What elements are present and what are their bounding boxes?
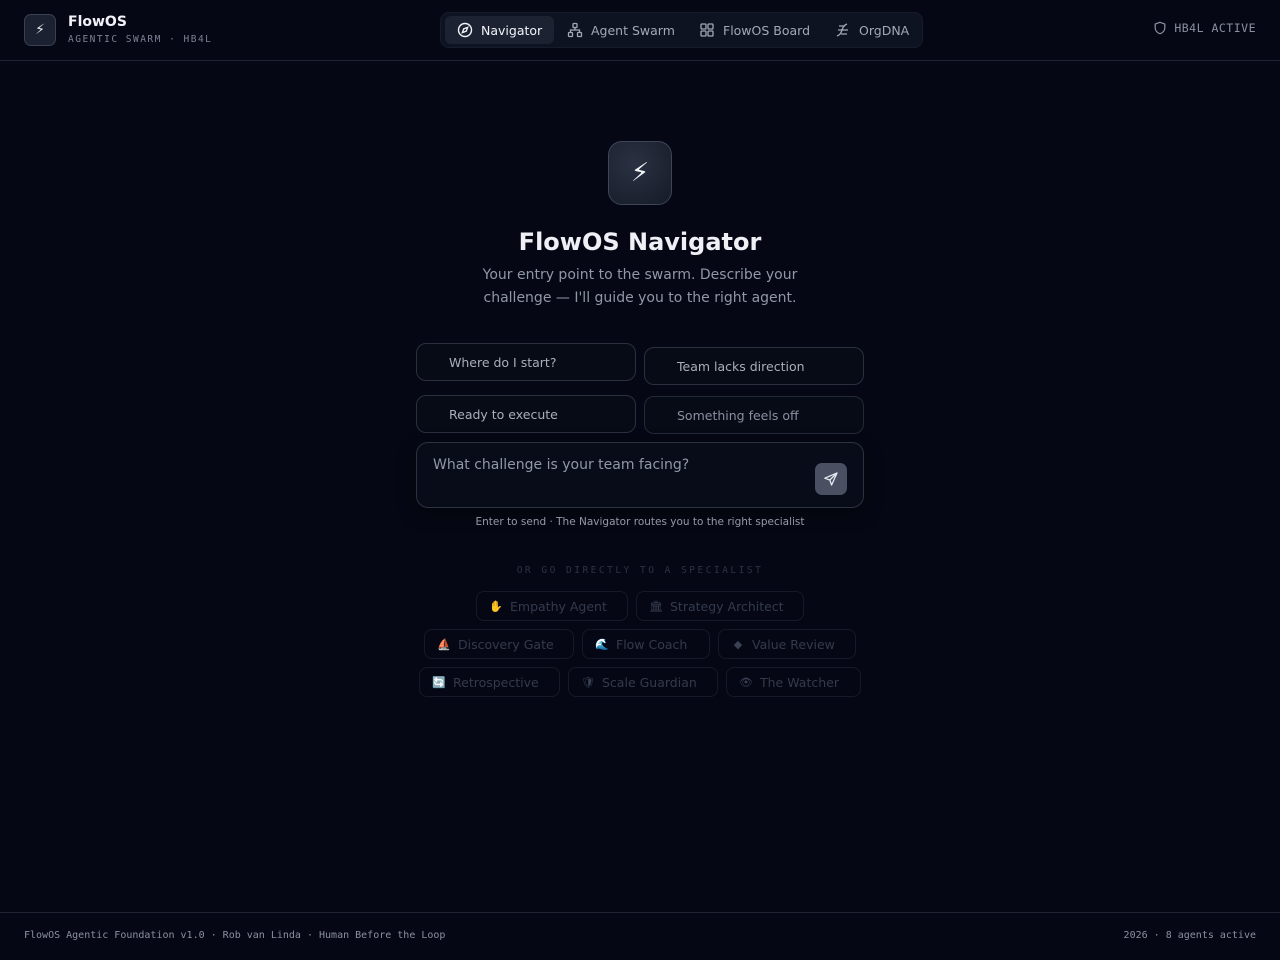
footer-agent-count: 2026 · 8 agents active [1123,930,1256,941]
main-nav: Navigator Agent Swarm FlowOS Board OrgDN… [440,12,923,48]
specialist-label: Scale Guardian [602,674,697,690]
sailboat-icon: ⛵ [437,637,451,651]
specialist-flow-coach[interactable]: 🌊 Flow Coach [582,629,710,659]
eye-icon: 👁 [739,675,753,689]
hand-icon: ✋ [489,599,503,613]
specialist-label: The Watcher [760,674,839,690]
specialist-label: Value Review [752,636,835,652]
nav-label: FlowOS Board [723,22,811,38]
send-button[interactable] [815,463,847,495]
specialist-scale-guardian[interactable]: 🛡 Scale Guardian [568,667,718,697]
send-icon [824,472,838,486]
quick-prompt-team-direction[interactable]: Team lacks direction [644,347,864,385]
wave-icon: 🌊 [595,637,609,651]
quick-prompt-where-start[interactable]: Where do I start? [416,343,636,381]
specialist-label: Empathy Agent [510,598,607,614]
specialists-heading: OR GO DIRECTLY TO A SPECIALIST [516,565,764,576]
page-subtitle: Your entry point to the swarm. Describe … [482,267,798,306]
top-bar: ⚡ FlowOS AGENTIC SWARM · HB4L Navigator … [0,0,1280,61]
brand-subtitle: AGENTIC SWARM · HB4L [68,34,213,45]
nav-flowos-board[interactable]: FlowOS Board [687,16,822,44]
logo-icon[interactable]: ⚡ [24,14,56,46]
building-icon: 🏛 [649,599,663,613]
footer: FlowOS Agentic Foundation v1.0 · Rob van… [0,912,1280,960]
page-title: FlowOS Navigator [518,228,762,256]
challenge-input[interactable] [433,457,813,497]
lightning-icon: ⚡ [608,141,672,205]
network-icon [567,22,583,38]
gem-icon: ◆ [733,637,743,651]
quick-prompt-feels-off[interactable]: Something feels off [644,396,864,434]
specialist-label: Strategy Architect [670,598,784,614]
cycle-icon: 🔄 [432,675,446,689]
specialist-value-review[interactable]: ◆ Value Review [718,629,856,659]
status-label: HB4L ACTIVE [1174,21,1256,35]
dna-icon [836,23,848,37]
nav-agent-swarm[interactable]: Agent Swarm [555,16,687,44]
compass-icon [457,22,473,38]
specialist-label: Discovery Gate [458,636,554,652]
specialist-empathy-agent[interactable]: ✋ Empathy Agent [476,591,628,621]
grid-icon [700,23,714,37]
status-indicator: HB4L ACTIVE [1153,21,1256,35]
nav-navigator[interactable]: Navigator [445,16,555,44]
specialist-retrospective[interactable]: 🔄 Retrospective [419,667,560,697]
nav-label: OrgDNA [859,22,910,38]
specialist-discovery-gate[interactable]: ⛵ Discovery Gate [424,629,574,659]
shield-icon [1154,21,1166,35]
brand-name: FlowOS [68,14,127,30]
footer-credits: FlowOS Agentic Foundation v1.0 · Rob van… [24,930,446,941]
challenge-input-box [416,442,864,508]
shield-icon: 🛡 [581,675,595,689]
input-hint: Enter to send · The Navigator routes you… [475,516,805,528]
specialist-label: Retrospective [453,674,539,690]
specialist-the-watcher[interactable]: 👁 The Watcher [726,667,861,697]
quick-prompt-ready-execute[interactable]: Ready to execute [416,395,636,433]
nav-label: Agent Swarm [591,22,675,38]
nav-label: Navigator [481,22,543,38]
nav-orgdna[interactable]: OrgDNA [823,16,921,44]
specialist-strategy-architect[interactable]: 🏛 Strategy Architect [636,591,804,621]
specialist-label: Flow Coach [616,636,688,652]
